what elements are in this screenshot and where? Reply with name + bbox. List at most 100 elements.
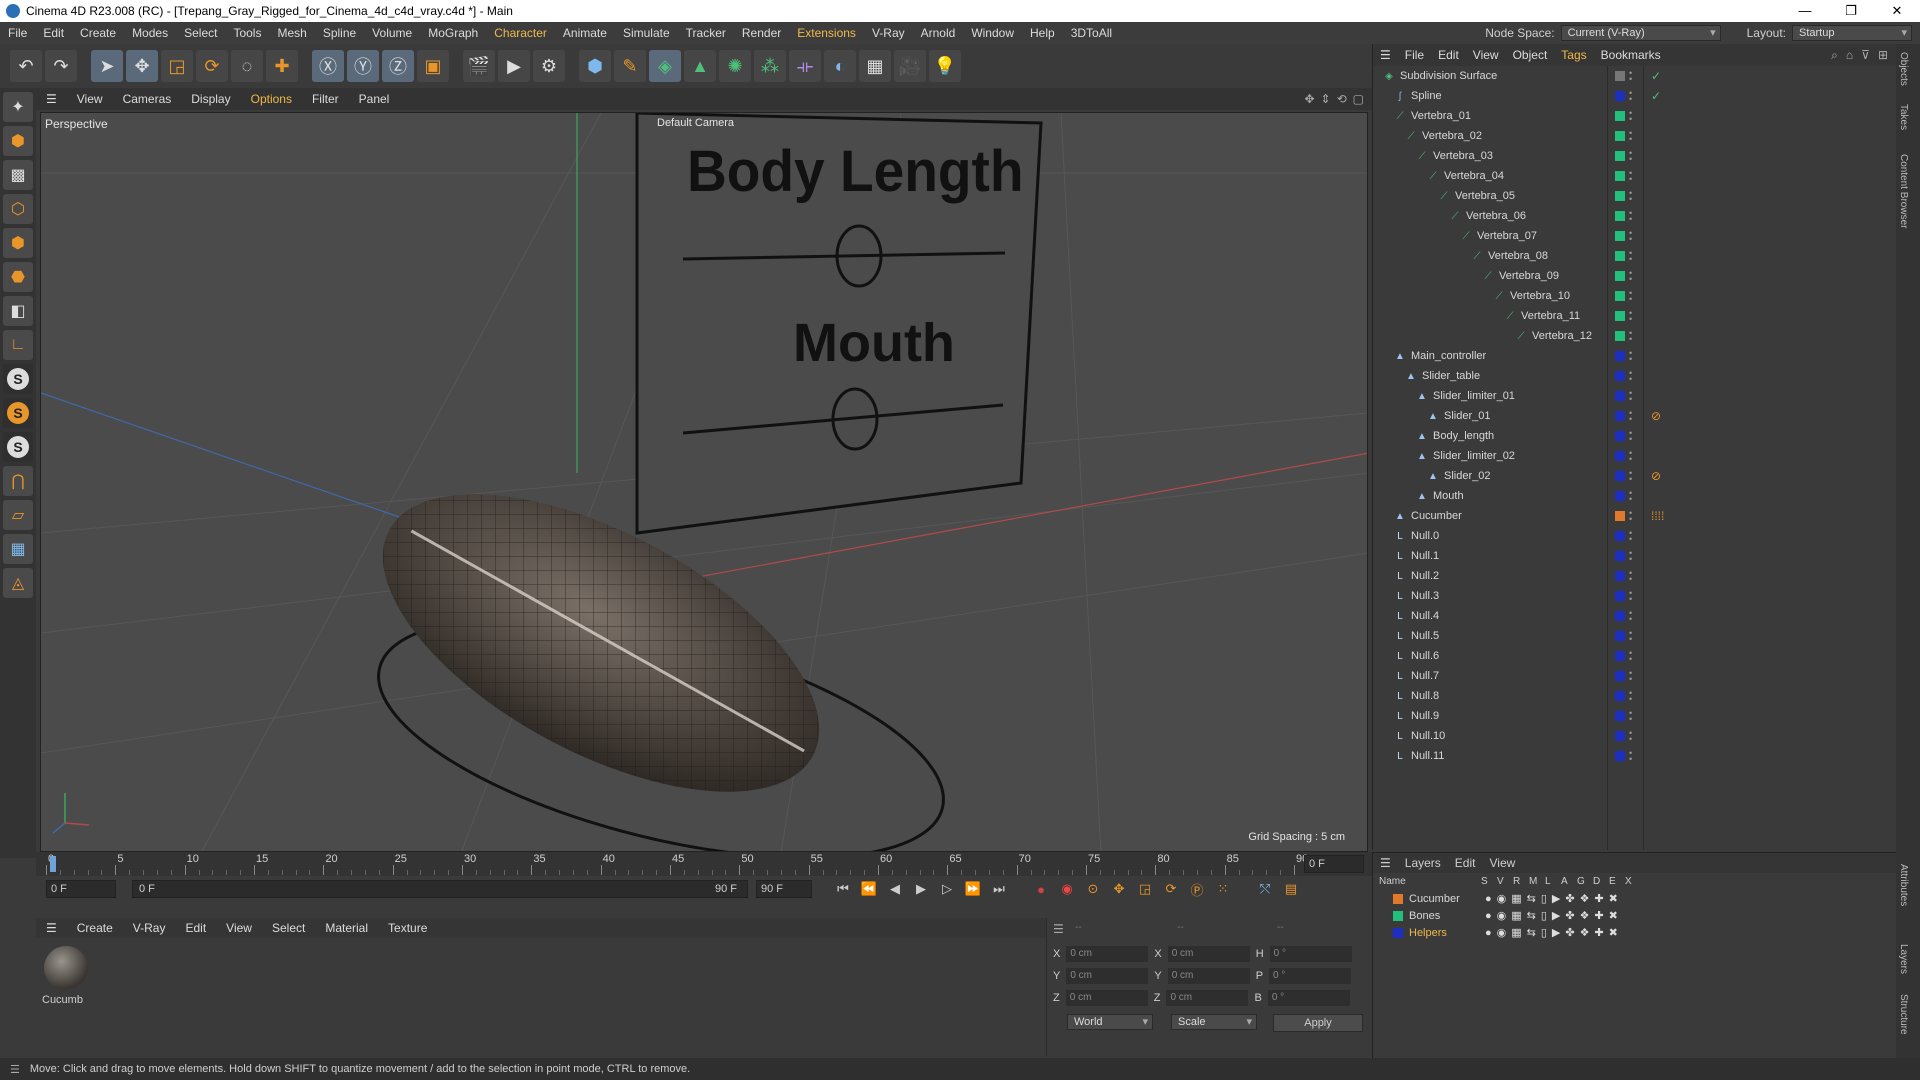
menu-tools[interactable]: Tools [225, 26, 269, 40]
layer-menu-layers[interactable]: Layers [1398, 856, 1448, 870]
camera-icon[interactable]: 🎥 [894, 50, 926, 82]
layer-color-swatch[interactable] [1615, 451, 1625, 461]
object-row[interactable]: ⟋ Vertebra_03 • • [1373, 146, 1897, 166]
go-to-end-icon[interactable]: ⏭ [988, 878, 1010, 900]
go-to-start-icon[interactable]: ⏮ [832, 878, 854, 900]
viewport-menu-cameras[interactable]: Cameras [113, 92, 182, 106]
object-search-icon[interactable]: ⌕ [1831, 48, 1838, 63]
layer-header[interactable]: R [1513, 876, 1520, 887]
layer-color-swatch[interactable] [1615, 531, 1625, 541]
layer-header[interactable]: S [1481, 876, 1488, 887]
key-parameter-icon[interactable]: Ⓟ [1186, 878, 1208, 900]
layer-color-swatch[interactable] [1615, 351, 1625, 361]
visibility-dots-icon[interactable]: • • [1629, 209, 1632, 224]
visibility-dots-icon[interactable]: • • [1629, 669, 1632, 684]
mograph-cloner-icon[interactable]: ✺ [719, 50, 751, 82]
object-menu-edit[interactable]: Edit [1431, 48, 1466, 62]
autokey-icon[interactable]: ◉ [1056, 878, 1078, 900]
layer-color-swatch[interactable] [1615, 711, 1625, 721]
material-thumbnail[interactable] [44, 946, 88, 990]
layer-menu-edit[interactable]: Edit [1448, 856, 1483, 870]
object-tag-icon[interactable]: ⊘ [1651, 469, 1661, 483]
current-frame-field[interactable]: 0 F [46, 880, 116, 898]
perspective-viewport[interactable]: Body Length Mouth Perspective Default Ca… [40, 112, 1368, 852]
visibility-dots-icon[interactable]: • • [1629, 509, 1632, 524]
coord-position-field[interactable]: 0 cm [1066, 946, 1149, 962]
visibility-dots-icon[interactable]: • • [1629, 549, 1632, 564]
menu-spline[interactable]: Spline [315, 26, 364, 40]
visibility-dots-icon[interactable]: • • [1629, 449, 1632, 464]
object-row[interactable]: L Null.7 • • [1373, 666, 1897, 686]
object-row[interactable]: ▲ Slider_limiter_01 • • [1373, 386, 1897, 406]
locked-workplane-icon[interactable]: ◬ [3, 568, 33, 598]
layer-color-swatch[interactable] [1615, 611, 1625, 621]
minimize-icon[interactable]: — [1782, 3, 1828, 19]
object-row[interactable]: L Null.10 • • [1373, 726, 1897, 746]
object-tag-icon[interactable]: ⁞⁞⁞⁞ [1651, 509, 1664, 523]
material-menu-material[interactable]: Material [315, 921, 378, 935]
viewport-menu-panel[interactable]: Panel [349, 92, 400, 106]
scale-tool-icon[interactable]: ◲ [161, 50, 193, 82]
key-rotation-icon[interactable]: ⟳ [1160, 878, 1182, 900]
layer-color-swatch[interactable] [1393, 911, 1403, 921]
object-hamburger-icon[interactable]: ☰ [1373, 48, 1398, 62]
menu-edit[interactable]: Edit [35, 26, 72, 40]
side-tab[interactable]: Objects [1898, 52, 1909, 86]
layer-color-swatch[interactable] [1615, 431, 1625, 441]
coords-hamburger-icon[interactable]: ☰ [1053, 922, 1064, 936]
menu-animate[interactable]: Animate [555, 26, 615, 40]
layer-color-swatch[interactable] [1615, 171, 1625, 181]
render-settings-icon[interactable]: ⚙ [533, 50, 565, 82]
grid-icon[interactable]: ▦ [3, 534, 33, 564]
object-row[interactable]: L Null.5 • • [1373, 626, 1897, 646]
object-row[interactable]: ▲ Main_controller • • [1373, 346, 1897, 366]
prev-frame-icon[interactable]: ◀ [884, 878, 906, 900]
layer-header[interactable]: A [1561, 876, 1568, 887]
object-row[interactable]: ⟋ Vertebra_09 • • [1373, 266, 1897, 286]
uv-mode-icon[interactable]: ◧ [3, 296, 33, 326]
y-axis-icon[interactable]: Ⓨ [347, 50, 379, 82]
object-row[interactable]: L Null.9 • • [1373, 706, 1897, 726]
timeline-end-field[interactable]: 0 F [1304, 855, 1364, 873]
play-icon[interactable]: ▶ [910, 878, 932, 900]
next-frame-icon[interactable]: ▷ [936, 878, 958, 900]
key-pla-icon[interactable]: ⁙ [1212, 878, 1234, 900]
transform-icon[interactable]: ✚ [266, 50, 298, 82]
layer-color-swatch[interactable] [1615, 211, 1625, 221]
layer-color-swatch[interactable] [1615, 471, 1625, 481]
mograph-array-icon[interactable]: ⁂ [754, 50, 786, 82]
menu-select[interactable]: Select [176, 26, 225, 40]
snap-icon[interactable]: S [3, 364, 33, 394]
object-row[interactable]: ⟋ Vertebra_05 • • [1373, 186, 1897, 206]
visibility-dots-icon[interactable]: • • [1629, 289, 1632, 304]
layout-select[interactable]: Startup [1792, 25, 1912, 41]
menu-character[interactable]: Character [486, 26, 555, 40]
object-row[interactable]: ∫ Spline • • ✓ [1373, 86, 1897, 106]
side-tab[interactable]: Structure [1898, 994, 1909, 1035]
visibility-dots-icon[interactable]: • • [1629, 129, 1632, 144]
visibility-dots-icon[interactable]: • • [1629, 569, 1632, 584]
redo-icon[interactable]: ↷ [45, 50, 77, 82]
layer-color-swatch[interactable] [1615, 591, 1625, 601]
menu-window[interactable]: Window [963, 26, 1022, 40]
apply-button[interactable]: Apply [1273, 1014, 1363, 1032]
visibility-dots-icon[interactable]: • • [1629, 349, 1632, 364]
layer-name[interactable]: Cucumber [1409, 893, 1460, 905]
layer-color-swatch[interactable] [1615, 291, 1625, 301]
layer-color-swatch[interactable] [1615, 371, 1625, 381]
layer-header[interactable]: X [1625, 876, 1632, 887]
visibility-dots-icon[interactable]: • • [1629, 249, 1632, 264]
timeline-window-icon[interactable]: ▤ [1280, 878, 1302, 900]
object-row[interactable]: ▲ Slider_01 • • ⊘ [1373, 406, 1897, 426]
layer-flag-icons[interactable]: ●◉▦⇆▯▶✤❖✚✖ [1485, 926, 1623, 939]
menu-simulate[interactable]: Simulate [615, 26, 678, 40]
camera-label[interactable]: Default Camera [657, 117, 734, 129]
key-scale-icon[interactable]: ◲ [1134, 878, 1156, 900]
visibility-dots-icon[interactable]: • • [1629, 649, 1632, 664]
visibility-dots-icon[interactable]: • • [1629, 729, 1632, 744]
menu-extensions[interactable]: Extensions [789, 26, 864, 40]
visibility-dots-icon[interactable]: • • [1629, 309, 1632, 324]
menu-v-ray[interactable]: V-Ray [864, 26, 913, 40]
render-region-icon[interactable]: 🎬 [463, 50, 495, 82]
layer-color-swatch[interactable] [1615, 751, 1625, 761]
